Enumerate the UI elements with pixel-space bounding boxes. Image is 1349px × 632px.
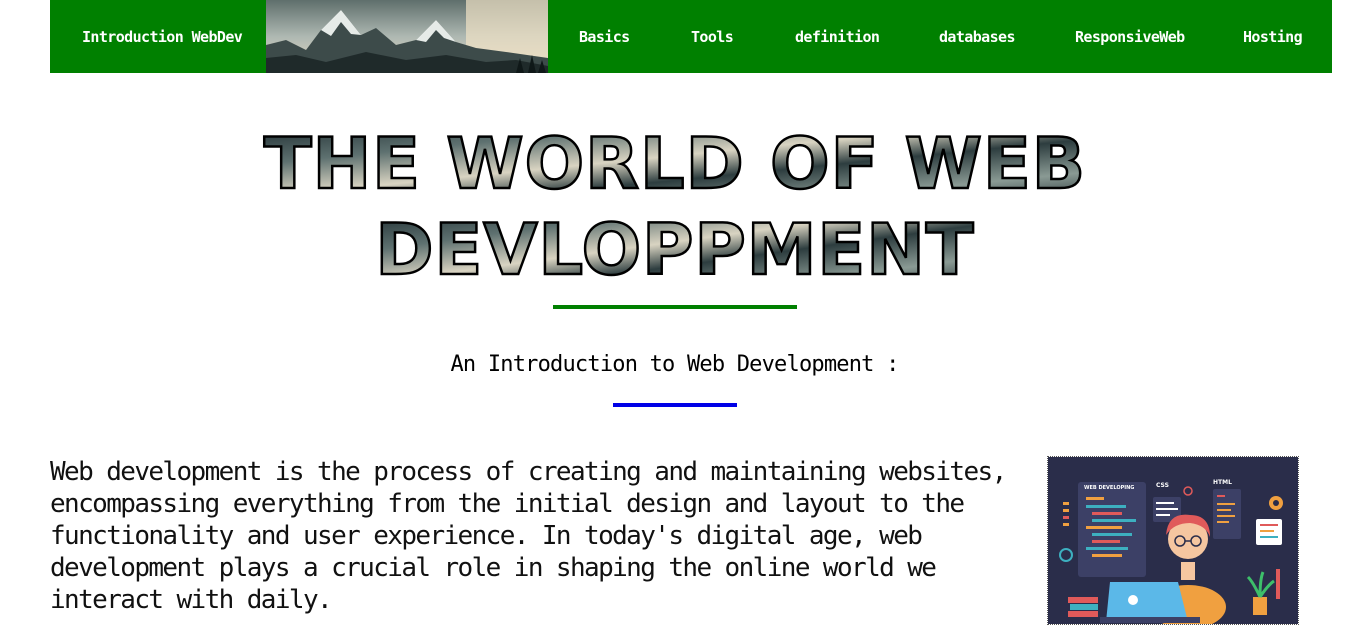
nav-brand-link[interactable]: Introduction WebDev	[82, 0, 243, 73]
nav-link-databases[interactable]: databases	[939, 0, 1015, 73]
developer-illustration: WEB DEVELOPING CSS HTML	[1047, 456, 1299, 625]
intro-paragraph: Web development is the process of creati…	[50, 457, 1007, 615]
page-title: THE WORLD OF WEB DEVLOPPMENT	[0, 122, 1349, 292]
mountain-banner-image	[266, 0, 548, 73]
title-line-2: DEVLOPPMENT	[375, 209, 974, 291]
page-subtitle: An Introduction to Web Development :	[450, 352, 899, 377]
top-nav: Introduction WebDev Basics Tools definit…	[50, 0, 1332, 73]
illustration-html-label: HTML	[1213, 479, 1232, 486]
nav-link-tools[interactable]: Tools	[691, 0, 734, 73]
nav-link-hosting[interactable]: Hosting	[1243, 0, 1303, 73]
illustration-css-label: CSS	[1156, 482, 1169, 489]
nav-link-responsive-web[interactable]: ResponsiveWeb	[1075, 0, 1185, 73]
subtitle-divider	[613, 403, 737, 407]
nav-link-basics[interactable]: Basics	[579, 0, 630, 73]
title-divider	[553, 305, 797, 309]
illustration-panel-label: WEB DEVELOPING	[1084, 485, 1134, 491]
title-line-1: THE WORLD OF WEB	[263, 123, 1085, 205]
nav-link-definition[interactable]: definition	[795, 0, 880, 73]
